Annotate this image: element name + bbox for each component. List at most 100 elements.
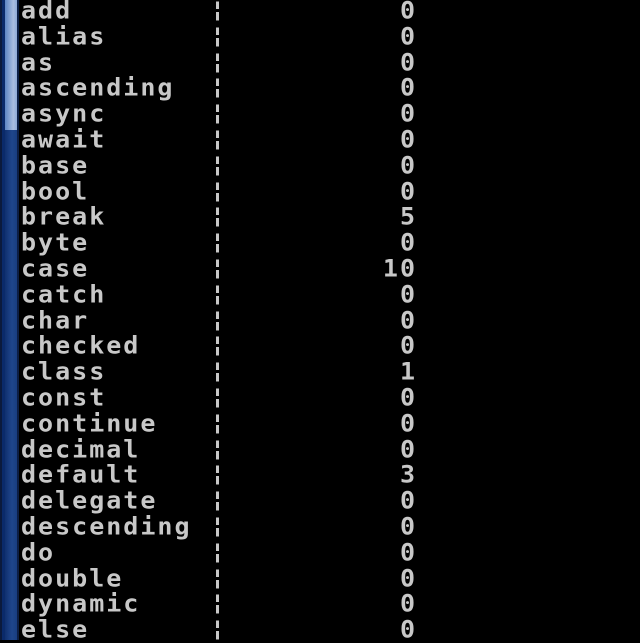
keyword-label: ascending xyxy=(21,74,175,102)
keyword-count-row: base 0 xyxy=(19,153,439,178)
keyword-label: add xyxy=(21,0,73,25)
keyword-label: alias xyxy=(21,22,107,51)
keyword-count-value: 0 xyxy=(399,486,417,515)
keyword-count-value: 0 xyxy=(399,590,417,618)
keyword-label: delegate xyxy=(21,486,158,515)
keyword-count-value: 0 xyxy=(399,306,417,334)
keyword-count-row: bool 0 xyxy=(19,179,439,204)
column-separator xyxy=(216,491,219,511)
column-separator xyxy=(216,336,219,356)
column-separator xyxy=(216,569,219,589)
keyword-count-value: 0 xyxy=(399,177,417,205)
keyword-count-value: 0 xyxy=(399,48,417,76)
keyword-count-value: 0 xyxy=(399,0,417,25)
keyword-count-row: const 0 xyxy=(19,383,439,412)
keyword-label: char xyxy=(21,306,90,334)
keyword-label: default xyxy=(21,461,141,489)
keyword-count-value: 0 xyxy=(399,280,417,309)
column-separator xyxy=(216,78,219,98)
column-separator xyxy=(216,465,219,485)
keyword-label: byte xyxy=(21,228,90,257)
keyword-count-row: continue 0 xyxy=(19,411,439,436)
keyword-count-row: as 0 xyxy=(19,50,439,75)
column-separator xyxy=(216,182,219,202)
keyword-label: as xyxy=(21,48,56,76)
keyword-label: else xyxy=(21,615,90,643)
column-separator xyxy=(216,543,219,563)
keyword-label: do xyxy=(21,538,56,567)
column-separator xyxy=(216,594,219,614)
keyword-count-row: class 1 xyxy=(19,360,439,385)
column-separator xyxy=(216,259,219,279)
column-separator xyxy=(216,233,219,253)
keyword-label: break xyxy=(21,203,107,231)
keyword-count-value: 0 xyxy=(399,99,417,128)
column-separator xyxy=(216,156,219,176)
keyword-count-row: double 0 xyxy=(19,566,439,591)
keyword-count-row: break 5 xyxy=(19,205,439,230)
keyword-count-row: char 0 xyxy=(19,308,439,333)
column-separator xyxy=(216,414,219,434)
column-separator xyxy=(216,311,219,331)
keyword-count-row: case 10 xyxy=(19,254,439,283)
keyword-count-row: do 0 xyxy=(19,540,439,565)
keyword-count-row: default 3 xyxy=(19,463,439,488)
keyword-count-value: 0 xyxy=(399,409,417,438)
column-separator xyxy=(216,362,219,382)
column-separator xyxy=(216,440,219,460)
keyword-label: await xyxy=(21,125,107,154)
column-separator xyxy=(216,104,219,124)
keyword-count-value: 0 xyxy=(399,615,417,643)
keyword-count-row: descending 0 xyxy=(19,512,439,541)
keyword-count-row: catch 0 xyxy=(19,282,439,307)
keyword-label: class xyxy=(21,357,107,386)
keyword-count-value: 0 xyxy=(399,22,417,51)
keyword-label: decimal xyxy=(21,435,141,463)
keyword-count-value: 0 xyxy=(399,564,417,592)
keyword-count-value: 0 xyxy=(399,125,417,154)
keyword-count-value: 0 xyxy=(399,435,417,463)
keyword-count-row: checked 0 xyxy=(19,334,439,359)
keyword-label: case xyxy=(21,254,90,283)
keyword-count-row: delegate 0 xyxy=(19,489,439,514)
keyword-label: dynamic xyxy=(21,590,141,618)
keyword-count-row: ascending 0 xyxy=(19,76,439,101)
keyword-count-value: 1 xyxy=(399,357,417,386)
column-separator xyxy=(216,620,219,640)
keyword-label: base xyxy=(21,151,90,180)
column-separator xyxy=(216,53,219,73)
column-separator xyxy=(216,285,219,305)
keyword-count-value: 5 xyxy=(399,203,417,231)
keyword-label: checked xyxy=(21,332,141,360)
column-separator xyxy=(216,130,219,150)
keyword-label: double xyxy=(21,564,124,592)
keyword-count-value: 0 xyxy=(399,512,417,541)
keyword-count-row: await 0 xyxy=(19,125,439,154)
keyword-count-value: 3 xyxy=(399,461,417,489)
keyword-count-row: async 0 xyxy=(19,102,439,127)
keyword-count-value: 0 xyxy=(399,74,417,102)
keyword-count-row: alias 0 xyxy=(19,24,439,49)
column-separator xyxy=(216,1,219,21)
keyword-count-row: byte 0 xyxy=(19,231,439,256)
keyword-label: async xyxy=(21,99,107,128)
column-separator xyxy=(216,388,219,408)
keyword-label: const xyxy=(21,383,107,412)
keyword-label: descending xyxy=(21,512,192,541)
keyword-count-value: 10 xyxy=(382,254,417,283)
keyword-count-value: 0 xyxy=(399,332,417,360)
keyword-count-row: decimal 0 xyxy=(19,437,439,462)
keyword-label: bool xyxy=(21,177,90,205)
keyword-label: catch xyxy=(21,280,107,309)
keyword-count-row: dynamic 0 xyxy=(19,592,439,617)
column-separator xyxy=(216,517,219,537)
keyword-count-row: else 0 xyxy=(19,618,439,643)
keyword-label: continue xyxy=(21,409,158,438)
keyword-count-value: 0 xyxy=(399,151,417,180)
keyword-count-value: 0 xyxy=(399,538,417,567)
keyword-count-value: 0 xyxy=(399,228,417,257)
keyword-count-row: add 0 xyxy=(19,0,439,23)
keyword-count-value: 0 xyxy=(399,383,417,412)
column-separator xyxy=(216,207,219,227)
console-output-area: add 0 alias 0 as 0 ascending 0 async 0 await 0 base 0… xyxy=(19,0,640,643)
